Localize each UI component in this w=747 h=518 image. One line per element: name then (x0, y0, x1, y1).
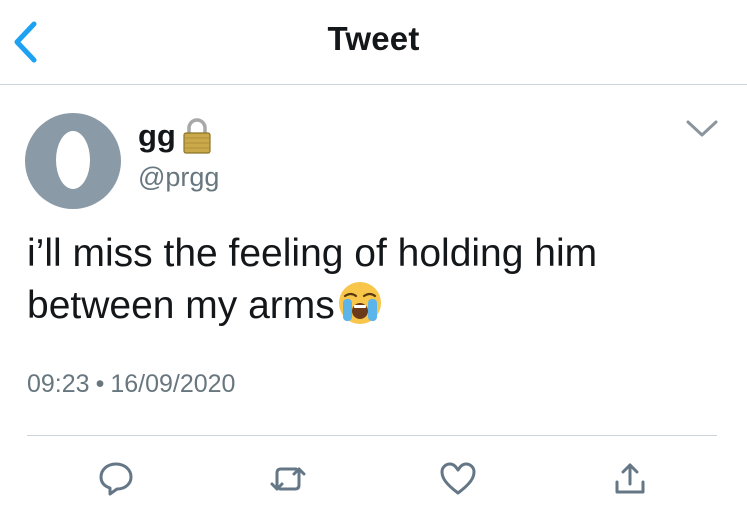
share-icon (615, 463, 645, 494)
avatar-placeholder-shape (56, 131, 90, 189)
tweet-date: 16/09/2020 (110, 370, 236, 398)
chevron-down-icon (686, 120, 718, 137)
reply-icon (99, 462, 133, 496)
author-handle[interactable]: @prgg (138, 162, 219, 193)
page-title: Tweet (327, 20, 420, 57)
tweet-text-line-2: between my arms (27, 284, 335, 327)
tweet-timestamp[interactable]: 09:23 • 16/09/2020 (27, 370, 235, 399)
share-button[interactable] (610, 459, 650, 499)
like-button[interactable] (438, 459, 478, 499)
loudly-crying-face-emoji (338, 282, 381, 324)
tweet-time: 09:23 (27, 370, 90, 398)
tweet-text: i’ll miss the feeling of holding him bet… (27, 228, 707, 332)
author-display-name[interactable]: gg (138, 118, 176, 154)
more-options-button[interactable] (682, 115, 722, 141)
tweet-text-line-2-wrap: between my arms (27, 280, 707, 332)
avatar[interactable] (25, 113, 121, 209)
timestamp-separator: • (95, 370, 105, 398)
reply-button[interactable] (96, 459, 136, 499)
retweet-button[interactable] (268, 459, 308, 499)
lock-icon (183, 118, 211, 154)
actions-divider (27, 435, 717, 436)
top-nav-bar: Tweet (0, 0, 747, 85)
tweet-text-line-1: i’ll miss the feeling of holding him (27, 232, 598, 275)
retweet-icon (270, 467, 306, 491)
like-heart-icon (440, 462, 476, 495)
